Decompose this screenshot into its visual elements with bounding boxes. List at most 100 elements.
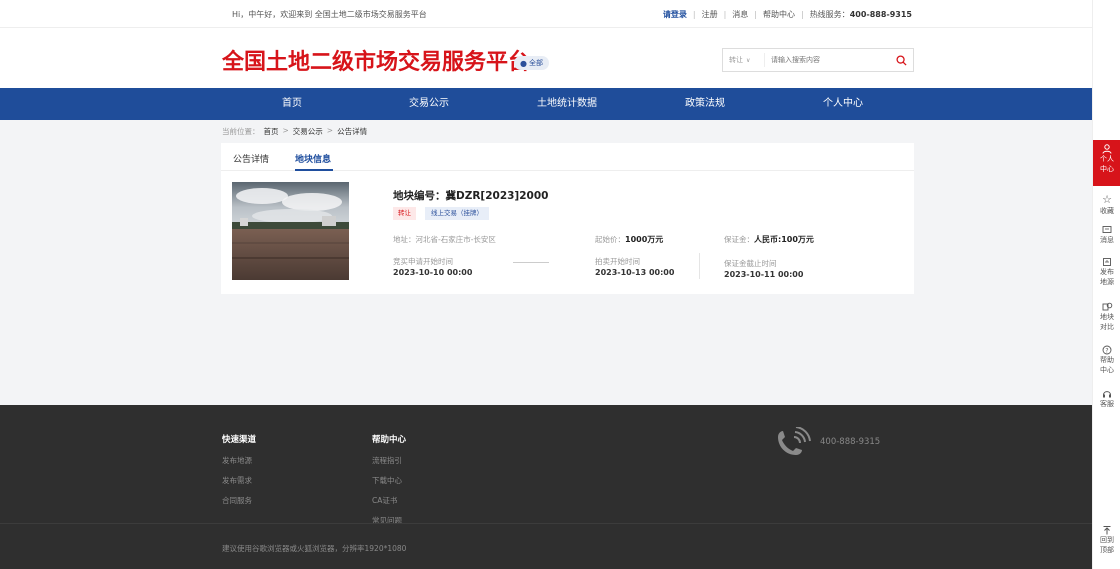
plot-detail-card: 公告详情 地块信息 地块编号：冀DZR[2023]2000 转让 线上交易（挂牌… [221,143,914,294]
top-bar: Hi，中午好，欢迎来到 全国土地二级市场交易服务平台 请登录 | 注册 | 消息… [0,0,1092,28]
message-icon [1102,226,1112,233]
footer-link-process-guide[interactable]: 流程指引 [372,455,402,466]
browser-recommendation: 建议使用谷歌浏览器或火狐浏览器，分辨率1920*1080 [222,544,407,553]
site-logo[interactable]: 全国土地二级市场交易服务平台 [222,44,530,76]
rail-label: 发布地源 [1100,268,1114,286]
search-icon [895,54,907,66]
rail-label: 个人中心 [1100,155,1114,173]
compare-icon [1102,302,1112,311]
footer-link-publish-land[interactable]: 发布地源 [222,455,252,466]
back-to-top-label: 回到顶部 [1100,536,1114,554]
greeting-text: Hi，中午好，欢迎来到 全国土地二级市场交易服务平台 [232,10,427,19]
right-toolbar: 个人中心 ☆ 收藏 消息 发布地源 地块对比 ? 帮助中心 客服 回到顶部 [1092,0,1120,569]
rail-label: 客服 [1100,400,1114,408]
chevron-down-icon: ∨ [746,56,751,64]
divider [699,253,700,279]
breadcrumb: 当前位置： 首页 > 交易公示 > 公告详情 [222,126,367,137]
rail-item-help-center[interactable]: ? 帮助中心 [1093,345,1120,375]
back-to-top-button[interactable]: 回到顶部 [1093,525,1120,555]
breadcrumb-prefix: 当前位置： [222,127,260,136]
rail-label: 地块对比 [1100,313,1114,331]
address-field: 地址：河北省-石家庄市-长安区 [393,235,496,244]
footer-help-title: 帮助中心 [372,435,407,445]
divider: | [723,10,727,19]
top-links: 请登录 | 注册 | 消息 | 帮助中心 | 热线服务：400-888-9315 [663,9,912,20]
rail-label: 收藏 [1100,207,1114,215]
tab-plot-info[interactable]: 地块信息 [295,152,331,165]
chevron-right-icon: > [282,126,289,135]
region-label: 全部 [528,59,543,67]
rail-item-plot-compare[interactable]: 地块对比 [1093,301,1120,332]
deposit-deadline-label: 保证金截止时间 [724,259,777,268]
nav-item-personal-center[interactable]: 个人中心 [823,88,863,120]
hotline: 热线服务：400-888-9315 [809,10,912,19]
auction-start-value: 2023-10-13 00:00 [595,268,675,277]
region-selector[interactable]: ● 全部 [514,56,549,70]
search-button[interactable] [889,49,913,71]
deposit-field: 保证金：人民币:100万元 [724,235,814,244]
footer-link-contract[interactable]: 合同服务 [222,495,252,506]
auction-start-label: 拍卖开始时间 [595,257,640,266]
nav-item-policy[interactable]: 政策法规 [685,88,725,120]
detail-tabs: 公告详情 地块信息 [221,143,914,171]
quick-channel-title: 快速渠道 [222,435,257,445]
footer-divider [0,523,1092,524]
breadcrumb-home[interactable]: 首页 [264,126,279,137]
login-link[interactable]: 请登录 [663,9,687,20]
search-box: 转让 ∨ [722,48,914,72]
search-type-label: 转让 [729,56,743,64]
transfer-tag: 转让 [393,207,416,220]
publish-icon [1103,258,1111,266]
footer-link-publish-demand[interactable]: 发布需求 [222,475,252,486]
chevron-right-icon: > [326,126,334,135]
timeline-arrow [513,262,549,263]
nav-item-trade-notice[interactable]: 交易公示 [409,88,449,120]
divider: | [754,10,757,19]
apply-start-label: 竞买申请开始时间 [393,257,453,266]
plot-title: 地块编号：冀DZR[2023]2000 [393,190,549,202]
site-footer: 快速渠道 发布地源 发布需求 合同服务 帮助中心 流程指引 下载中心 CA证书 … [0,405,1092,569]
rail-item-customer-service[interactable]: 客服 [1093,389,1120,409]
active-tab-indicator [295,169,333,171]
user-icon [1102,144,1112,154]
rail-label: 帮助中心 [1100,356,1114,374]
svg-text:?: ? [1105,347,1108,354]
site-header: 全国土地二级市场交易服务平台 ● 全部 转让 ∨ [0,28,1092,88]
divider: | [800,10,804,19]
trade-mode-tag: 线上交易（挂牌） [425,207,489,220]
breadcrumb-current: 公告详情 [337,127,368,136]
help-center-link[interactable]: 帮助中心 [763,9,795,20]
breadcrumb-trade-notice[interactable]: 交易公示 [293,126,323,137]
rail-item-personal-center[interactable]: 个人中心 [1093,140,1120,186]
footer-phone-number: 400-888-9315 [820,437,881,447]
help-icon: ? [1102,345,1112,355]
apply-start-value: 2023-10-10 00:00 [393,268,473,277]
deposit-value: 人民币:100万元 [754,235,814,244]
deposit-deadline-value: 2023-10-11 00:00 [724,270,804,279]
arrow-up-icon [1103,526,1111,535]
search-input[interactable] [765,56,889,64]
rail-item-favorites[interactable]: ☆ 收藏 [1093,194,1120,216]
footer-link-faq[interactable]: 常见问题 [372,515,402,526]
divider: | [692,10,696,19]
search-type-select[interactable]: 转让 ∨ [723,53,765,67]
nav-item-land-statistics[interactable]: 土地统计数据 [537,88,597,120]
register-link[interactable]: 注册 [702,9,718,20]
star-icon: ☆ [1102,193,1112,206]
hotline-number: 400-888-9315 [849,10,912,19]
rail-item-messages[interactable]: 消息 [1093,225,1120,245]
start-price-field: 起始价：1000万元 [595,235,664,244]
phone-icon [772,426,812,467]
main-nav: 首页 交易公示 土地统计数据 政策法规 个人中心 [0,88,1092,120]
plot-photo [232,182,349,280]
footer-link-ca-cert[interactable]: CA证书 [372,495,397,506]
nav-item-home[interactable]: 首页 [282,88,302,120]
rail-item-publish-land[interactable]: 发布地源 [1093,257,1120,287]
start-price-value: 1000万元 [625,235,664,244]
footer-link-download[interactable]: 下载中心 [372,475,402,486]
headset-icon [1103,391,1111,398]
address-value: 河北省-石家庄市-长安区 [415,235,496,244]
tab-notice-detail[interactable]: 公告详情 [233,152,269,165]
rail-label: 消息 [1100,236,1114,244]
messages-link[interactable]: 消息 [732,9,748,20]
